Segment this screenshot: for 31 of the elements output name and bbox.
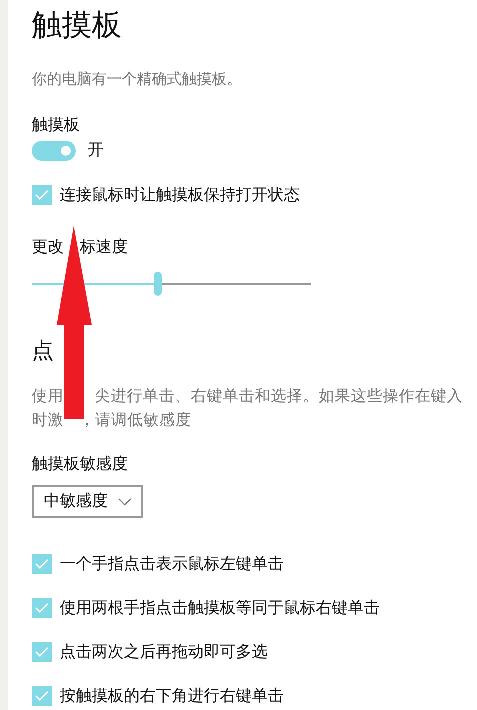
sensitivity-dropdown[interactable]: 中敏感度 bbox=[32, 485, 143, 518]
checkbox-label: 点击两次之后再拖动即可多选 bbox=[60, 642, 268, 662]
toggle-state: 开 bbox=[88, 140, 104, 161]
checkbox[interactable] bbox=[32, 185, 52, 205]
checkbox-label: 连接鼠标时让触摸板保持打开状态 bbox=[60, 184, 300, 206]
page-title: 触摸板 bbox=[32, 7, 123, 45]
checkbox-label: 使用两根手指点击触摸板等同于鼠标右键单击 bbox=[60, 598, 380, 618]
setting-label: 触摸板 bbox=[32, 115, 81, 136]
checkbox[interactable] bbox=[32, 642, 52, 662]
description-text: ，请调低敏感度 bbox=[80, 410, 192, 431]
page-subtitle: 你的电脑有一个精确式触摸板。 bbox=[32, 70, 243, 89]
checkbox[interactable] bbox=[32, 686, 52, 706]
description-text: 尖进行单击、右键单击和选择。如果这些操作在键入 bbox=[95, 386, 464, 407]
toggle-switch[interactable] bbox=[32, 140, 76, 160]
checkmark-icon bbox=[35, 190, 49, 200]
checkmark-icon bbox=[35, 691, 49, 701]
description-text: 使用 bbox=[32, 386, 64, 407]
checkmark-icon bbox=[35, 647, 49, 657]
section-heading: 点 bbox=[32, 338, 55, 366]
slider-thumb[interactable] bbox=[154, 272, 162, 296]
slider-label: 标速度 bbox=[80, 237, 128, 258]
slider-label: 更改 bbox=[32, 237, 64, 258]
checkbox[interactable] bbox=[32, 598, 52, 618]
checkbox[interactable] bbox=[32, 554, 52, 574]
checkbox-label: 一个手指点击表示鼠标左键单击 bbox=[60, 554, 284, 574]
setting-label: 触摸板敏感度 bbox=[32, 454, 129, 475]
checkmark-icon bbox=[35, 559, 49, 569]
checkmark-icon bbox=[35, 603, 49, 613]
checkbox-label: 按触摸板的右下角进行右键单击 bbox=[60, 686, 284, 706]
chevron-down-icon bbox=[118, 498, 132, 506]
description-text: 时激 bbox=[32, 410, 64, 431]
